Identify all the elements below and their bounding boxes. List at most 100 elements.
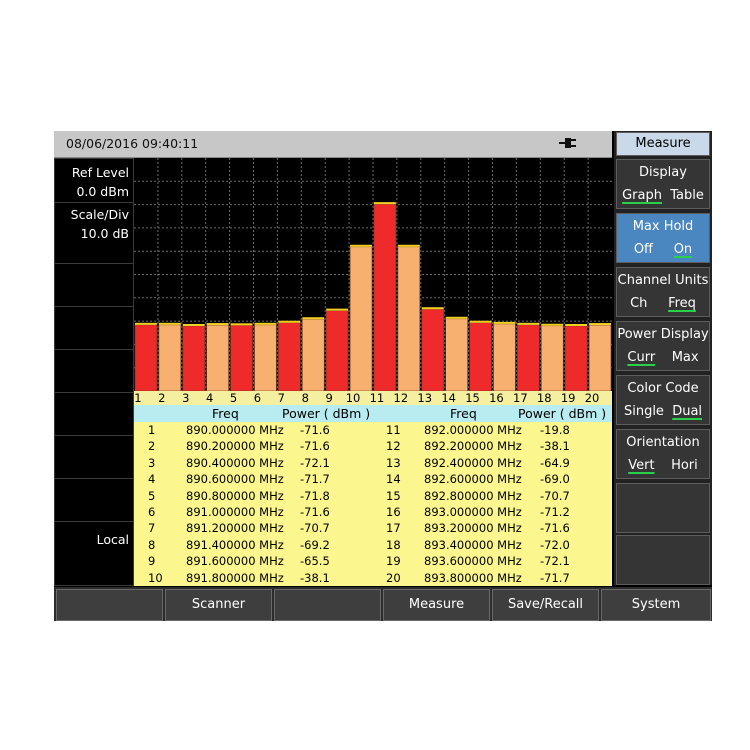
channel-tick-label: 1 xyxy=(134,391,142,405)
bar-channel-10 xyxy=(349,246,373,391)
frequency: 891.800000 MHz xyxy=(186,570,284,585)
info-column: Ref Level 0.0 dBm Scale/Div 10.0 dB Loca… xyxy=(54,158,134,610)
bar-channel-1 xyxy=(134,324,158,391)
channel-tick-label: 3 xyxy=(182,391,190,405)
power-value: -71.2 xyxy=(540,505,570,519)
channel-number: 15 xyxy=(386,488,401,503)
save-recall-button[interactable]: Save/Recall xyxy=(492,589,599,621)
max-hold-marker xyxy=(517,322,540,325)
power-value: -64.9 xyxy=(540,455,570,470)
power-value: -71.6 xyxy=(540,521,570,536)
channel-number: 7 xyxy=(148,521,156,536)
power-value: -19.8 xyxy=(540,423,570,437)
channel-number: 19 xyxy=(386,554,401,569)
power-value: -71.7 xyxy=(300,472,330,487)
info-box-5 xyxy=(54,349,134,393)
max-hold-marker xyxy=(254,322,277,325)
power-value: -69.0 xyxy=(540,472,570,487)
channel-tick-label: 13 xyxy=(417,391,433,405)
table-row: 2 890.200000 MHz -71.6 12 892.200000 MHz -38.… xyxy=(134,439,612,455)
bar-channel-3 xyxy=(182,325,205,391)
channel-number: 18 xyxy=(386,537,401,552)
frequency: 893.600000 MHz xyxy=(424,554,522,569)
power-max-option: Max xyxy=(671,350,699,365)
plug-icon xyxy=(556,133,578,157)
color-single-option: Single xyxy=(623,404,664,419)
channel-number: 17 xyxy=(386,521,401,536)
power-value: -71.6 xyxy=(300,505,330,519)
channel-number: 5 xyxy=(148,488,156,503)
table-row: 9 891.600000 MHz -65.5 19 893.600000 MHz -72.… xyxy=(134,554,612,570)
power-display-label: Power Display xyxy=(617,327,709,342)
bottom-empty-button-1[interactable] xyxy=(56,589,163,621)
power-display-button[interactable]: Power Display Curr Max xyxy=(616,321,710,371)
info-box-4 xyxy=(54,306,134,350)
channel-power-chart xyxy=(134,158,612,391)
max-hold-marker xyxy=(182,323,205,326)
power-value: -70.7 xyxy=(540,488,570,503)
frequency: 893.800000 MHz xyxy=(424,570,522,585)
ref-level-label: Ref Level xyxy=(71,165,129,180)
channel-tick-label: 20 xyxy=(584,391,600,405)
channel-number: 4 xyxy=(148,472,156,487)
table-row: 1 890.000000 MHz -71.6 11 892.000000 MHz -19.… xyxy=(134,423,612,439)
scanner-button[interactable]: Scanner xyxy=(165,589,272,621)
display-button[interactable]: Display Graph Table xyxy=(616,159,710,209)
max-hold-label: Max Hold xyxy=(632,219,694,234)
max-hold-marker xyxy=(374,202,396,205)
channel-units-button[interactable]: Channel Units Ch Freq xyxy=(616,267,710,317)
color-code-label: Color Code xyxy=(627,381,699,396)
max-hold-marker xyxy=(230,323,253,326)
max-hold-button[interactable]: Max Hold Off On xyxy=(616,213,710,263)
display-graph-option: Graph xyxy=(622,188,662,203)
frequency: 891.600000 MHz xyxy=(186,554,284,569)
color-code-button[interactable]: Color Code Single Dual xyxy=(616,375,710,425)
bar-channel-7 xyxy=(278,322,301,391)
power-value: -71.8 xyxy=(300,488,330,503)
ref-level-box: Ref Level 0.0 dBm xyxy=(54,158,134,203)
system-button[interactable]: System xyxy=(601,589,711,621)
max-hold-marker xyxy=(135,322,157,325)
channel-units-label: Channel Units xyxy=(617,273,709,288)
max-hold-marker xyxy=(421,307,444,310)
measure-button[interactable]: Measure xyxy=(383,589,490,621)
power-header-left: Power ( dBm ) xyxy=(282,406,371,421)
power-value: -65.5 xyxy=(300,554,330,569)
bar-channel-9 xyxy=(325,310,349,391)
mode-box: Local xyxy=(54,521,134,586)
channel-tick-label: 5 xyxy=(229,391,238,405)
bottom-empty-button-2[interactable] xyxy=(274,589,381,621)
frequency: 892.600000 MHz xyxy=(424,472,522,487)
channel-table: 1 890.000000 MHz -71.6 11 892.000000 MHz -19.… xyxy=(134,422,612,586)
channel-number: 8 xyxy=(148,537,156,552)
power-value: -38.1 xyxy=(540,439,570,454)
status-bar: 08/06/2016 09:40:11 xyxy=(54,131,612,158)
bar-channel-4 xyxy=(206,324,229,391)
empty-softkey-1[interactable] xyxy=(616,483,710,533)
info-box-6 xyxy=(54,392,134,436)
scale-div-value: 10.0 dB xyxy=(80,226,129,241)
softkey-menu: Measure Display Graph Table Max Hold Off… xyxy=(614,131,712,585)
channel-tick-label: 4 xyxy=(205,391,214,405)
orientation-button[interactable]: Orientation Vert Hori xyxy=(616,429,710,479)
empty-softkey-2[interactable] xyxy=(616,535,710,585)
channel-tick-label: 12 xyxy=(393,391,409,405)
power-value: -38.1 xyxy=(300,570,330,585)
bar-channel-8 xyxy=(302,318,325,391)
frequency: 892.000000 MHz xyxy=(424,423,522,437)
power-value: -72.1 xyxy=(540,554,570,569)
ref-level-value: 0.0 dBm xyxy=(76,184,129,199)
frequency: 890.600000 MHz xyxy=(186,472,284,487)
channel-tick-label: 2 xyxy=(158,391,166,405)
power-value: -70.7 xyxy=(300,521,330,536)
max-hold-marker xyxy=(278,320,301,323)
max-hold-marker xyxy=(397,244,420,247)
max-hold-marker xyxy=(565,323,588,326)
table-row: 8 891.400000 MHz -69.2 18 893.400000 MHz -72.… xyxy=(134,538,612,554)
power-value: -71.6 xyxy=(300,439,330,454)
frequency: 890.000000 MHz xyxy=(186,423,284,437)
info-box-7 xyxy=(54,435,134,479)
color-dual-option: Dual xyxy=(672,404,703,419)
table-row: 10 891.800000 MHz -38.1 20 893.800000 MHz -71… xyxy=(134,571,612,587)
scale-div-label: Scale/Div xyxy=(70,207,129,222)
